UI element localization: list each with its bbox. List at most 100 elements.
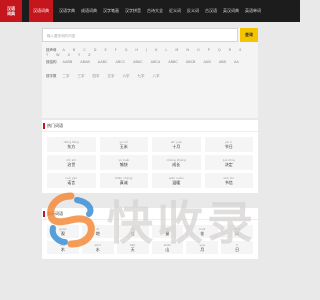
latest-word-item[interactable]: dì 地	[81, 225, 114, 238]
search-input[interactable]: 输入要查询的词语	[42, 28, 238, 42]
word-text: 花	[200, 231, 205, 236]
nav-item[interactable]: 近义词	[169, 0, 181, 22]
filter-option[interactable]: P	[208, 48, 210, 53]
nav-item[interactable]: 反义词	[187, 0, 199, 22]
filter-row: 按结构 AABB ABAB AABC ABCC ABAC ABCA ABBC ABCB AAB AB…	[46, 60, 254, 65]
filter-option[interactable]: 二字	[63, 74, 70, 79]
nav-item[interactable]: 古汉语	[205, 0, 217, 22]
latest-word-item[interactable]: shān 山	[151, 241, 184, 254]
filter-option[interactable]: S	[239, 48, 241, 53]
nav-item[interactable]: 汉语字典	[59, 0, 75, 22]
nav-item[interactable]: 成语词典	[81, 0, 97, 22]
filter-option[interactable]: F	[115, 48, 117, 53]
hot-word-item[interactable]: nuò yán 诺言	[47, 173, 96, 188]
nav-item[interactable]: 古诗大全	[147, 0, 163, 22]
filter-option[interactable]: ABBC	[168, 60, 178, 65]
hot-word-item[interactable]: zhēn chéng 真诚	[99, 173, 148, 188]
filter-option[interactable]: 三字	[78, 74, 85, 79]
word-text: 治世	[67, 162, 76, 167]
filter-option[interactable]: B	[73, 48, 75, 53]
nav-item[interactable]: 英语单词	[245, 0, 261, 22]
latest-word-item[interactable]: yì 意	[151, 225, 184, 238]
filter-option[interactable]: Y	[78, 53, 80, 57]
word-text: 风	[235, 231, 240, 236]
filter-label: 按结构	[46, 60, 57, 64]
hot-word-item[interactable]: yú kuài 愉快	[99, 155, 148, 170]
word-text: 山	[165, 247, 170, 252]
latest-word-item[interactable]: tiān 天	[116, 241, 149, 254]
latest-word-item[interactable]: shuǐ 水	[81, 241, 114, 254]
filter-option[interactable]: ABCA	[151, 60, 161, 65]
filter-option[interactable]: ABAB	[80, 60, 90, 65]
filter-option[interactable]: AABB	[63, 60, 73, 65]
word-text: 真诚	[119, 180, 128, 185]
filter-option[interactable]: D	[94, 48, 97, 53]
hot-word-item[interactable]: shū xìn 书信	[204, 173, 253, 188]
filter-option[interactable]: 四字	[93, 74, 100, 79]
word-text: 东方	[67, 144, 76, 149]
latest-word-item[interactable]: yuè 月	[186, 241, 219, 254]
filter-option[interactable]: X	[68, 53, 70, 57]
filter-option[interactable]: Z	[88, 53, 90, 57]
filter-option[interactable]: C	[83, 48, 85, 53]
filter-option[interactable]: AAB	[203, 60, 210, 65]
word-text: 天	[130, 247, 135, 252]
filter-option[interactable]: ABB	[219, 60, 226, 65]
nav-item[interactable]: 汉字笔画	[103, 0, 119, 22]
filter-option[interactable]: R	[229, 48, 231, 53]
hot-word-item[interactable]: jué dìng 决定	[204, 155, 253, 170]
filter-option[interactable]: 八字	[153, 74, 160, 79]
latest-word-item[interactable]: rì 日	[221, 241, 253, 254]
filter-option[interactable]: J	[146, 48, 147, 53]
nav-item[interactable]: 汉语词典	[29, 0, 53, 22]
latest-words-section: 最新词语 guān 观 dì 地 xìn 信 yì 意 huā 花 fēng 风 mù 木 shuǐ 水 tiā…	[42, 208, 258, 259]
filter-option[interactable]: 五字	[108, 74, 115, 79]
hot-word-item[interactable]: zhì shì 治世	[47, 155, 96, 170]
filter-option[interactable]: O	[197, 48, 200, 53]
filter-option[interactable]: ABCB	[186, 60, 196, 65]
search-button[interactable]: 查询	[240, 28, 258, 42]
site-logo[interactable]: 汉语 词典	[0, 0, 22, 22]
filter-option[interactable]: AA	[234, 60, 239, 65]
word-text: 水	[95, 247, 100, 252]
filter-option[interactable]: E	[104, 48, 106, 53]
filter-option[interactable]: 六字	[123, 74, 130, 79]
hot-word-item[interactable]: wēn nuǎn 温暖	[152, 173, 201, 188]
nav-item[interactable]: 汉字拼音	[125, 0, 141, 22]
filter-option[interactable]: M	[175, 48, 178, 53]
word-text: 愉快	[119, 162, 128, 167]
hot-word-item[interactable]: chéng zhǎng 成长	[152, 155, 201, 170]
search-row: 输入要查询的词语 查询	[42, 28, 258, 42]
filter-option[interactable]: Q	[218, 48, 221, 53]
filter-option[interactable]: T	[46, 53, 48, 57]
filter-option[interactable]: N	[186, 48, 189, 53]
filter-option[interactable]: ABCC	[115, 60, 125, 65]
hot-word-item[interactable]: yù mǐ 玉米	[99, 137, 148, 152]
hot-words-grid: dōng fāng 东方 yù mǐ 玉米 shí yuè 十月 jiè rì 节日 zhì s…	[42, 132, 258, 193]
word-text: 决定	[224, 162, 233, 167]
word-text: 地	[95, 231, 100, 236]
word-text: 十月	[172, 144, 181, 149]
word-text: 意	[165, 231, 170, 236]
latest-word-item[interactable]: mù 木	[47, 241, 79, 254]
filter-option[interactable]: 七字	[138, 74, 145, 79]
hot-word-item[interactable]: jiè rì 节日	[204, 137, 253, 152]
nav-item[interactable]: 英汉词典	[223, 0, 239, 22]
filter-option[interactable]: G	[125, 48, 128, 53]
hot-word-item[interactable]: dōng fāng 东方	[47, 137, 96, 152]
filter-option[interactable]: H	[135, 48, 138, 53]
filter-row: 按字数 二字 三字 四字 五字 六字 七字 八字	[46, 74, 254, 79]
latest-word-item[interactable]: guān 观	[47, 225, 79, 238]
latest-word-item[interactable]: fēng 风	[221, 225, 253, 238]
word-text: 木	[60, 247, 65, 252]
latest-word-item[interactable]: xìn 信	[116, 225, 149, 238]
filter-option[interactable]: W	[56, 53, 59, 57]
filter-option[interactable]: A	[63, 48, 65, 53]
word-text: 节日	[224, 144, 233, 149]
hot-word-item[interactable]: shí yuè 十月	[152, 137, 201, 152]
filter-option[interactable]: K	[155, 48, 157, 53]
filter-option[interactable]: L	[165, 48, 167, 53]
filter-option[interactable]: AABC	[98, 60, 108, 65]
latest-word-item[interactable]: huā 花	[186, 225, 219, 238]
filter-option[interactable]: ABAC	[133, 60, 143, 65]
